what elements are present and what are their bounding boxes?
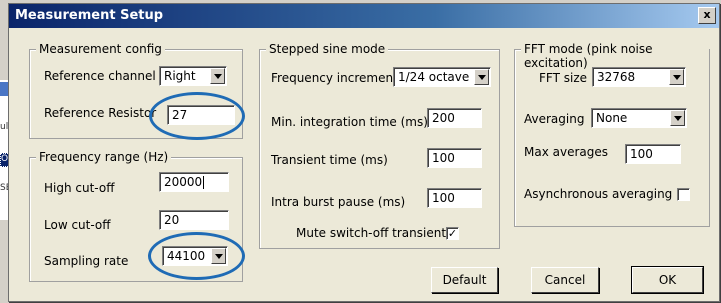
frequency-increment-label: Frequency increment bbox=[271, 71, 398, 85]
high-cutoff-value: 20000 bbox=[164, 175, 203, 189]
measurement-config-legend: Measurement config bbox=[36, 42, 165, 56]
fft-size-value: 32768 bbox=[597, 70, 636, 84]
max-averages-input[interactable]: 100 bbox=[625, 144, 681, 164]
chevron-down-icon[interactable] bbox=[669, 69, 684, 85]
chevron-down-icon[interactable] bbox=[670, 110, 685, 126]
sampling-rate-label: Sampling rate bbox=[44, 254, 129, 268]
measurement-setup-dialog: Measurement Setup x Measurement config R… bbox=[8, 3, 720, 302]
reference-channel-value: Right bbox=[164, 69, 196, 83]
async-averaging-label: Asynchronous averaging bbox=[524, 187, 673, 201]
min-integration-label: Min. integration time (ms) bbox=[271, 115, 428, 129]
min-integration-input[interactable]: 200 bbox=[427, 108, 482, 128]
title-bar[interactable]: Measurement Setup x bbox=[9, 4, 719, 28]
reference-channel-select[interactable]: Right bbox=[159, 66, 227, 86]
low-cutoff-input[interactable]: 20 bbox=[159, 210, 229, 230]
stepped-sine-legend: Stepped sine mode bbox=[266, 42, 389, 56]
text-caret bbox=[203, 176, 205, 189]
averaging-value: None bbox=[596, 111, 628, 125]
annotation-oval-resistor bbox=[149, 92, 245, 140]
intra-burst-label: Intra burst pause (ms) bbox=[271, 195, 406, 209]
intra-burst-input[interactable]: 100 bbox=[427, 188, 482, 208]
averaging-label: Averaging bbox=[524, 112, 585, 126]
low-cutoff-label: Low cut-off bbox=[44, 218, 111, 232]
transient-time-input[interactable]: 100 bbox=[427, 148, 482, 168]
averaging-select[interactable]: None bbox=[591, 108, 687, 128]
frequency-increment-select[interactable]: 1/24 octave bbox=[393, 67, 491, 87]
frequency-range-legend: Frequency range (Hz) bbox=[36, 150, 172, 164]
fft-size-label: FFT size bbox=[539, 71, 588, 85]
fft-mode-legend: FFT mode (pink noise excitation) bbox=[521, 42, 709, 70]
chevron-down-icon[interactable] bbox=[210, 68, 225, 84]
high-cutoff-label: High cut-off bbox=[44, 181, 115, 195]
cancel-button[interactable]: Cancel bbox=[531, 267, 599, 293]
mute-transients-label: Mute switch-off transients bbox=[296, 226, 453, 240]
dialog-title: Measurement Setup bbox=[15, 8, 164, 23]
reference-resistor-label: Reference Resistor bbox=[44, 106, 157, 120]
chevron-down-icon[interactable] bbox=[474, 69, 489, 85]
close-button[interactable]: x bbox=[698, 7, 716, 24]
max-averages-label: Max averages bbox=[524, 145, 608, 159]
default-button[interactable]: Default bbox=[431, 267, 498, 293]
mute-transients-checkbox[interactable]: ✓ bbox=[446, 227, 459, 240]
async-averaging-checkbox[interactable] bbox=[677, 188, 690, 201]
high-cutoff-input[interactable]: 20000 bbox=[159, 172, 229, 192]
fft-size-select[interactable]: 32768 bbox=[592, 67, 686, 87]
transient-time-label: Transient time (ms) bbox=[271, 153, 388, 167]
ok-button[interactable]: OK bbox=[631, 266, 704, 294]
frequency-increment-value: 1/24 octave bbox=[398, 70, 470, 84]
reference-channel-label: Reference channel bbox=[44, 69, 156, 83]
annotation-oval-sampling-rate bbox=[148, 232, 245, 280]
